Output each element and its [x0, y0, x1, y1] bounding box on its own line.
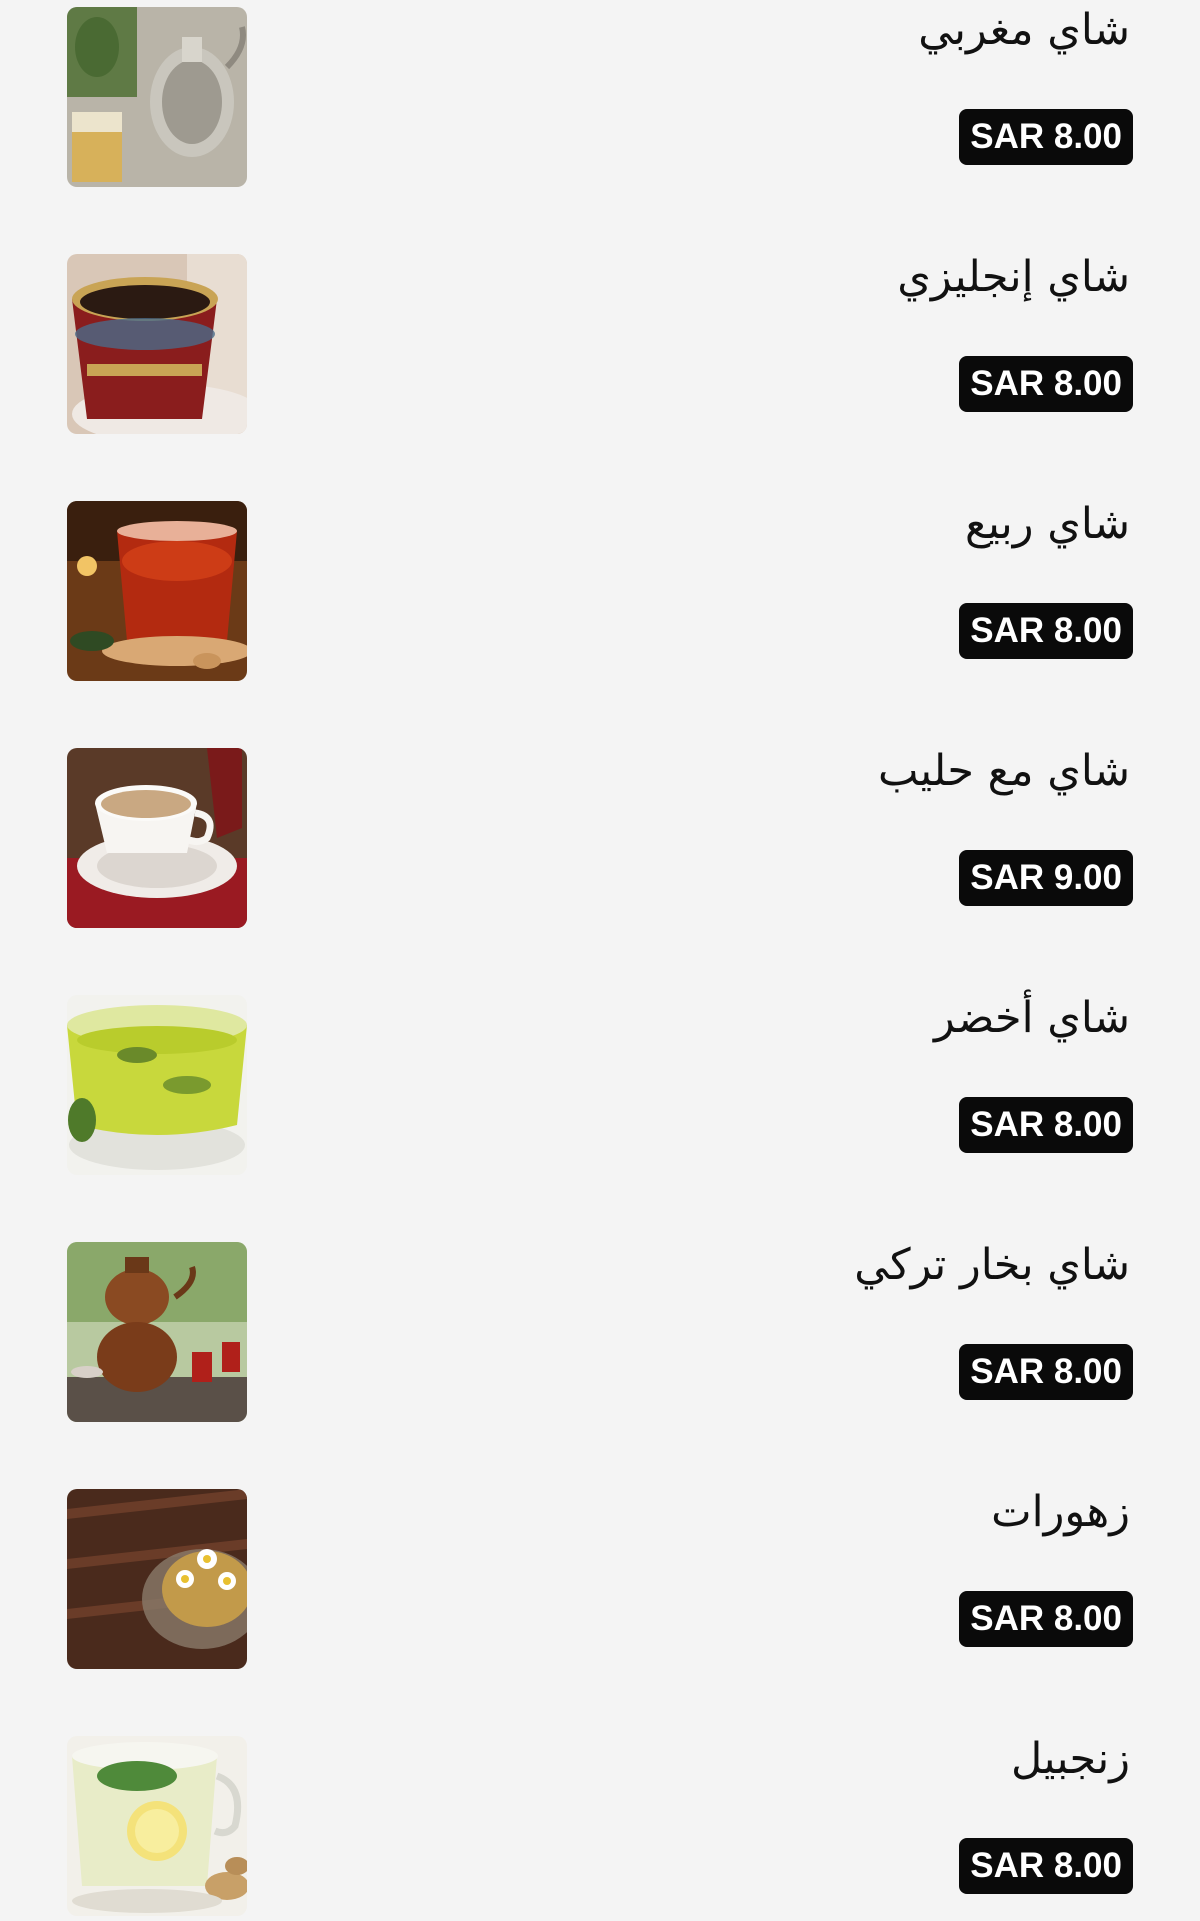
menu-item-rabea-tea[interactable]: شاي ربيع SAR 8.00 — [0, 494, 1200, 741]
menu-item-ginger-tea[interactable]: زنجبيل SAR 8.00 — [0, 1729, 1200, 1921]
price-badge: SAR 8.00 — [959, 356, 1133, 412]
menu-item-milk-tea[interactable]: شاي مع حليب SAR 9.00 — [0, 741, 1200, 988]
ginger-tea-photo[interactable] — [67, 1736, 247, 1916]
turkish-tea-photo[interactable] — [67, 1242, 247, 1422]
price-badge: SAR 8.00 — [959, 1838, 1133, 1894]
price-badge: SAR 9.00 — [959, 850, 1133, 906]
item-name: شاي مغربي — [918, 5, 1130, 55]
moroccan-tea-photo[interactable] — [67, 7, 247, 187]
herbal-tea-photo[interactable] — [67, 1489, 247, 1669]
price-badge: SAR 8.00 — [959, 109, 1133, 165]
milk-tea-photo[interactable] — [67, 748, 247, 928]
green-tea-photo[interactable] — [67, 995, 247, 1175]
item-name: شاي أخضر — [934, 993, 1130, 1043]
menu-item-herbal-tea[interactable]: زهورات SAR 8.00 — [0, 1482, 1200, 1729]
menu-item-green-tea[interactable]: شاي أخضر SAR 8.00 — [0, 988, 1200, 1235]
item-name: زهورات — [991, 1487, 1130, 1537]
menu-list: شاي مغربي SAR 8.00 شاي إنجليزي SAR 8.00 — [0, 0, 1200, 1921]
price-badge: SAR 8.00 — [959, 1344, 1133, 1400]
english-tea-photo[interactable] — [67, 254, 247, 434]
item-name: شاي بخار تركي — [854, 1240, 1130, 1290]
item-name: شاي إنجليزي — [897, 252, 1130, 302]
price-badge: SAR 8.00 — [959, 1097, 1133, 1153]
rabea-tea-photo[interactable] — [67, 501, 247, 681]
item-name: شاي ربيع — [964, 499, 1130, 549]
menu-item-english-tea[interactable]: شاي إنجليزي SAR 8.00 — [0, 247, 1200, 494]
menu-item-moroccan-tea[interactable]: شاي مغربي SAR 8.00 — [0, 0, 1200, 247]
menu-item-turkish-tea[interactable]: شاي بخار تركي SAR 8.00 — [0, 1235, 1200, 1482]
item-name: شاي مع حليب — [877, 746, 1130, 796]
price-badge: SAR 8.00 — [959, 603, 1133, 659]
price-badge: SAR 8.00 — [959, 1591, 1133, 1647]
item-name: زنجبيل — [1010, 1734, 1130, 1784]
